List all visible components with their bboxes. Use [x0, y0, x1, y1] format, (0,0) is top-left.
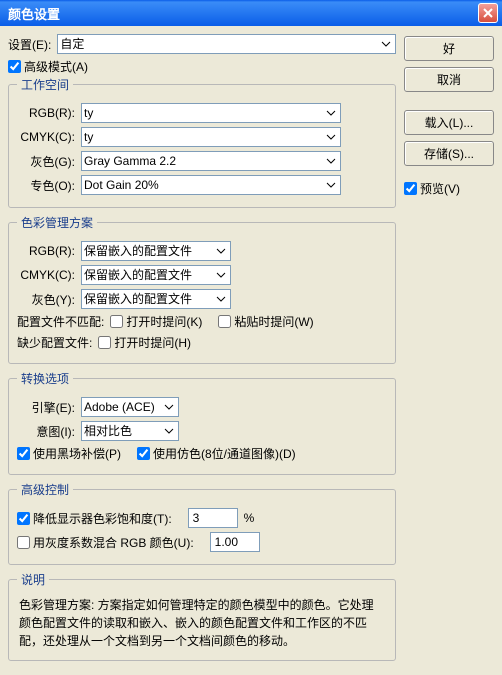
mismatch-open-check[interactable]: 打开时提问(K): [110, 313, 202, 330]
conversion-legend: 转换选项: [17, 370, 73, 387]
ws-spot-select[interactable]: Dot Gain 20%: [81, 175, 341, 195]
workspace-legend: 工作空间: [17, 76, 73, 93]
preview-check[interactable]: 预览(V): [404, 180, 494, 197]
advanced-mode-input[interactable]: [8, 60, 21, 73]
advanced-mode-checkbox[interactable]: 高级模式(A): [8, 58, 88, 75]
ws-gray-select[interactable]: Gray Gamma 2.2: [81, 151, 341, 171]
dither-check[interactable]: 使用仿色(8位/通道图像)(D): [137, 445, 296, 462]
missing-label: 缺少配置文件:: [17, 334, 92, 351]
save-button[interactable]: 存储(S)...: [404, 141, 494, 166]
intent-select[interactable]: 相对比色: [81, 421, 179, 441]
desaturate-input[interactable]: [188, 508, 238, 528]
ws-cmyk-select[interactable]: ty: [81, 127, 341, 147]
policy-legend: 色彩管理方案: [17, 214, 97, 231]
mismatch-paste-check[interactable]: 粘贴时提问(W): [218, 313, 313, 330]
ws-rgb-select[interactable]: ty: [81, 103, 341, 123]
mismatch-label: 配置文件不匹配:: [17, 313, 104, 330]
pol-gray-select[interactable]: 保留嵌入的配置文件: [81, 289, 231, 309]
ws-spot-label: 专色(O):: [17, 177, 75, 194]
close-icon: [483, 8, 493, 18]
pol-rgb-label: RGB(R):: [17, 244, 75, 258]
ws-gray-label: 灰色(G):: [17, 153, 75, 170]
missing-open-check[interactable]: 打开时提问(H): [98, 334, 191, 351]
load-button[interactable]: 载入(L)...: [404, 110, 494, 135]
settings-select[interactable]: 自定: [57, 34, 396, 54]
description-text: 色彩管理方案: 方案指定如何管理特定的颜色模型中的颜色。它处理颜色配置文件的读取…: [17, 594, 387, 652]
window-title: 颜色设置: [4, 4, 478, 23]
settings-label: 设置(E):: [8, 36, 51, 53]
ws-rgb-label: RGB(R):: [17, 106, 75, 120]
engine-label: 引擎(E):: [17, 399, 75, 416]
advanced-control-group: 高级控制 降低显示器色彩饱和度(T): % 用灰度系数混合 RGB 颜色(U):: [8, 481, 396, 565]
intent-label: 意图(I):: [17, 423, 75, 440]
ws-cmyk-label: CMYK(C):: [17, 130, 75, 144]
workspace-group: 工作空间 RGB(R): ty CMYK(C): ty 灰色(G): Gray Gam…: [8, 76, 396, 208]
blackpoint-check[interactable]: 使用黑场补偿(P): [17, 445, 121, 462]
ok-button[interactable]: 好: [404, 36, 494, 61]
pol-cmyk-select[interactable]: 保留嵌入的配置文件: [81, 265, 231, 285]
advanced-mode-label: 高级模式(A): [24, 58, 88, 75]
engine-select[interactable]: Adobe (ACE): [81, 397, 179, 417]
close-button[interactable]: [478, 3, 498, 23]
blend-check[interactable]: 用灰度系数混合 RGB 颜色(U):: [17, 534, 194, 551]
blend-input[interactable]: [210, 532, 260, 552]
cancel-button[interactable]: 取消: [404, 67, 494, 92]
pol-gray-label: 灰色(Y):: [17, 291, 75, 308]
desaturate-check[interactable]: 降低显示器色彩饱和度(T):: [17, 510, 172, 527]
title-bar: 颜色设置: [0, 0, 502, 26]
description-group: 说明 色彩管理方案: 方案指定如何管理特定的颜色模型中的颜色。它处理颜色配置文件…: [8, 571, 396, 661]
percent-label: %: [244, 511, 255, 525]
conversion-group: 转换选项 引擎(E): Adobe (ACE) 意图(I): 相对比色 使用黑场补偿…: [8, 370, 396, 475]
pol-rgb-select[interactable]: 保留嵌入的配置文件: [81, 241, 231, 261]
pol-cmyk-label: CMYK(C):: [17, 268, 75, 282]
advanced-control-legend: 高级控制: [17, 481, 73, 498]
description-legend: 说明: [17, 571, 49, 588]
policy-group: 色彩管理方案 RGB(R): 保留嵌入的配置文件 CMYK(C): 保留嵌入的配置文…: [8, 214, 396, 364]
